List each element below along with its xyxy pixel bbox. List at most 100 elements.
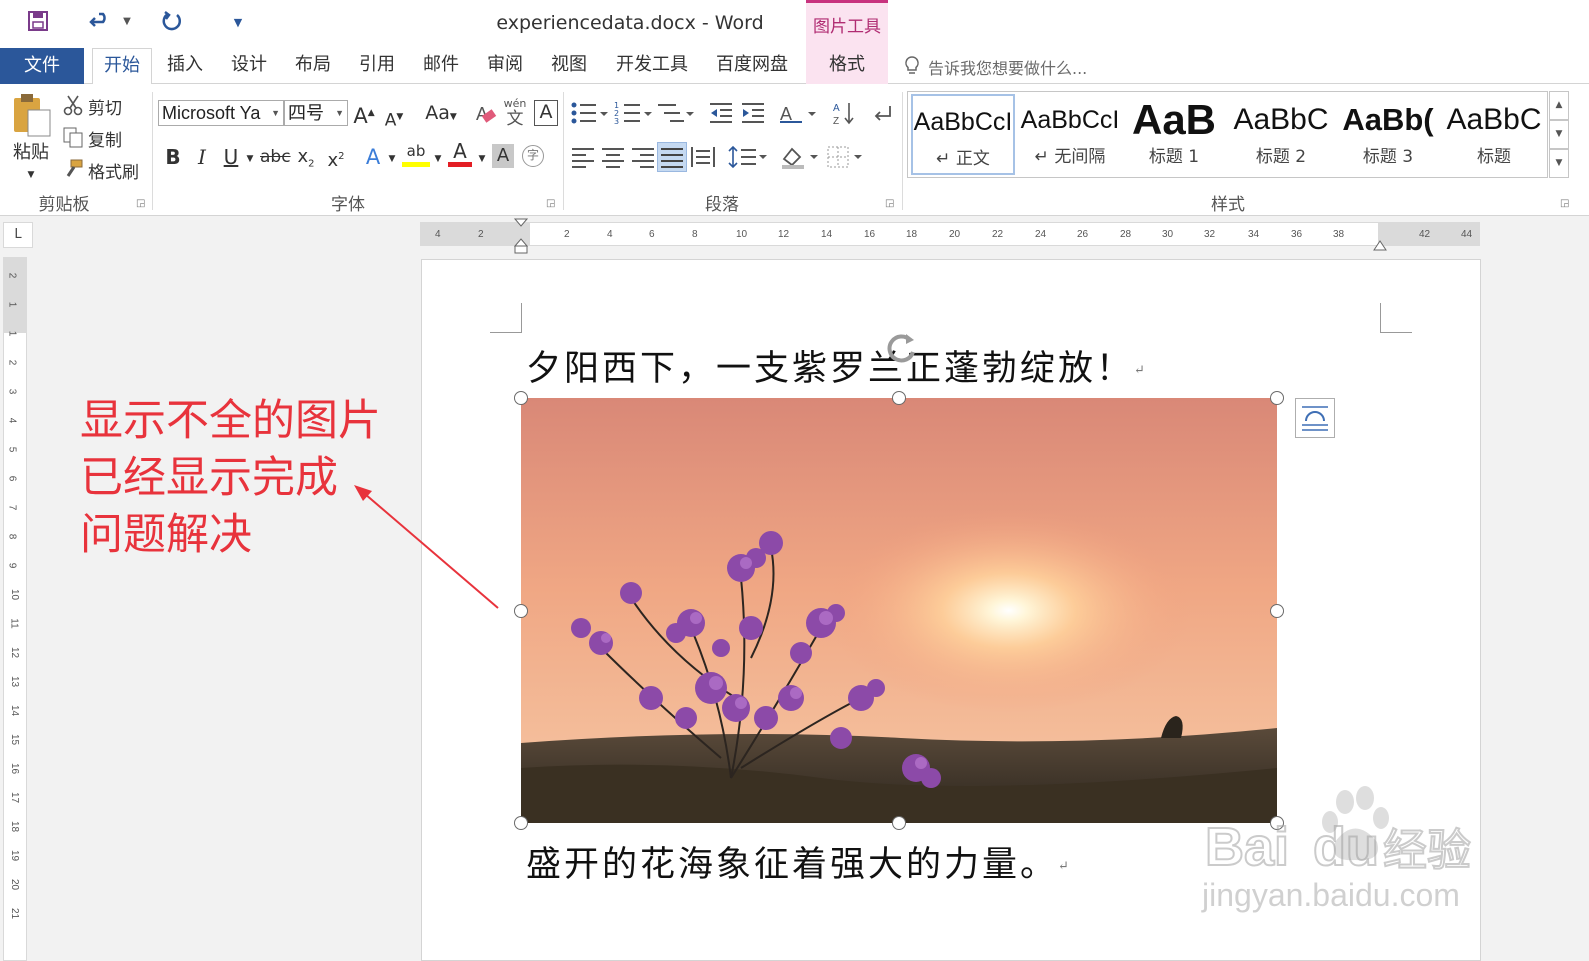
tab-file[interactable]: 文件	[0, 48, 84, 84]
tab-baidu-netdisk[interactable]: 百度网盘	[706, 48, 798, 84]
character-shading-button[interactable]: A	[492, 144, 514, 168]
gallery-scroll-up-icon[interactable]: ▲	[1549, 91, 1569, 120]
font-size-combo[interactable]: 四号 ▼	[284, 100, 348, 126]
align-center-icon[interactable]	[600, 145, 626, 173]
save-icon[interactable]	[24, 10, 52, 37]
styles-dialog-launcher-icon[interactable]: ◲	[1560, 198, 1569, 209]
numbering-icon[interactable]: 123	[614, 100, 654, 130]
font-name-combo[interactable]: Microsoft Ya ▼	[158, 100, 284, 126]
style-no-spacing[interactable]: AaBbCcI ↵ 无间隔	[1018, 94, 1122, 175]
font-color-dropdown-icon[interactable]: ▼	[476, 146, 488, 172]
ruler-tick-label: 18	[906, 229, 918, 240]
customize-qat-icon[interactable]: ▼	[230, 16, 246, 29]
align-left-icon[interactable]	[570, 145, 596, 173]
bold-button[interactable]: B	[162, 144, 184, 170]
tab-view[interactable]: 视图	[540, 48, 598, 84]
text-effects-dropdown-icon[interactable]: ▼	[386, 146, 398, 172]
show-paragraph-marks-icon[interactable]	[870, 100, 894, 130]
ruler-tick-label: 2	[6, 359, 18, 366]
rotate-handle-icon[interactable]	[882, 330, 920, 370]
strikethrough-button[interactable]: abc	[260, 144, 291, 170]
decrease-indent-icon[interactable]	[708, 100, 734, 130]
underline-dropdown-icon[interactable]: ▼	[244, 146, 256, 172]
gallery-more-icon[interactable]: ▼	[1549, 149, 1569, 178]
style-title[interactable]: AaBbC 标题	[1442, 94, 1546, 175]
italic-button[interactable]: I	[192, 144, 212, 170]
tab-developer[interactable]: 开发工具	[606, 48, 698, 84]
redo-icon[interactable]	[158, 10, 186, 37]
tab-design[interactable]: 设计	[220, 48, 278, 84]
ruler-tick-label: 6	[649, 229, 655, 240]
character-border-button[interactable]: A	[534, 100, 558, 126]
tab-mailings[interactable]: 邮件	[412, 48, 470, 84]
gallery-scroll-down-icon[interactable]: ▼	[1549, 120, 1569, 149]
sort-icon[interactable]: AZ	[832, 100, 856, 130]
ruler-tick-label: 30	[1162, 229, 1174, 240]
font-color-button[interactable]: A	[448, 140, 472, 167]
subscript-icon: x	[297, 146, 309, 167]
tab-insert[interactable]: 插入	[156, 48, 214, 84]
multilevel-list-icon[interactable]	[656, 100, 696, 130]
text-effects-button[interactable]: A	[360, 144, 386, 170]
clear-formatting-icon[interactable]: A	[474, 100, 498, 130]
highlight-button[interactable]: ab	[402, 140, 430, 167]
shading-icon[interactable]	[780, 145, 820, 173]
ruler-tick-label: 4	[6, 417, 18, 424]
ruler-tick-label: 44	[1461, 229, 1473, 240]
paragraph-dialog-launcher-icon[interactable]: ◲	[885, 198, 894, 209]
layout-options-button[interactable]	[1295, 398, 1335, 438]
tell-me-input[interactable]: 告诉我您想要做什么...	[928, 55, 1087, 79]
style-normal[interactable]: AaBbCcI ↵ 正文	[911, 94, 1015, 175]
paragraph-2[interactable]: 盛开的花海象征着强大的力量。↵	[526, 836, 1072, 887]
grow-font-button[interactable]: A▲	[352, 100, 376, 129]
style-name-text: 无间隔	[1054, 147, 1106, 167]
resize-handle-left[interactable]	[514, 604, 528, 618]
tab-selector[interactable]: L	[3, 222, 33, 248]
distributed-icon[interactable]	[690, 145, 716, 173]
resize-handle-top-right[interactable]	[1270, 391, 1284, 405]
chinese-layout-icon[interactable]: A	[778, 100, 818, 130]
resize-handle-bottom[interactable]	[892, 816, 906, 830]
format-painter-button[interactable]: 格式刷	[88, 158, 139, 183]
increase-indent-icon[interactable]	[740, 100, 766, 130]
tab-review[interactable]: 审阅	[476, 48, 534, 84]
subscript-button[interactable]: x2	[294, 144, 318, 178]
bullets-icon[interactable]	[570, 100, 610, 130]
shrink-font-button[interactable]: A▼	[382, 104, 406, 134]
resize-handle-right[interactable]	[1270, 604, 1284, 618]
copy-button[interactable]: 复制	[88, 126, 122, 151]
undo-dropdown-icon[interactable]: ▼	[120, 16, 134, 27]
sunset-flower-image[interactable]	[521, 398, 1277, 823]
justify-button[interactable]	[657, 142, 687, 172]
style-heading-1[interactable]: AaB 标题 1	[1122, 94, 1226, 175]
ruler-tick-label: 19	[9, 849, 21, 862]
picture-tools-label: 图片工具	[813, 17, 881, 37]
undo-icon[interactable]	[86, 10, 116, 37]
highlight-dropdown-icon[interactable]: ▼	[432, 146, 444, 172]
enclose-characters-button[interactable]: 字	[522, 145, 544, 167]
clipboard-dialog-launcher-icon[interactable]: ◲	[136, 198, 145, 209]
phonetic-guide-button[interactable]: wén 文	[502, 98, 528, 129]
font-dialog-launcher-icon[interactable]: ◲	[546, 198, 555, 209]
right-indent-marker[interactable]	[1373, 236, 1387, 255]
paragraph-1[interactable]: 夕阳西下，一支紫罗兰正蓬勃绽放！↵	[526, 340, 1148, 391]
cut-button[interactable]: 剪切	[88, 94, 122, 119]
change-case-button[interactable]: Aa▼	[420, 100, 462, 130]
borders-icon[interactable]	[826, 145, 866, 173]
line-spacing-icon[interactable]	[728, 145, 768, 173]
resize-handle-top[interactable]	[892, 391, 906, 405]
underline-button[interactable]: U	[220, 144, 242, 170]
resize-handle-bottom-left[interactable]	[514, 816, 528, 830]
style-heading-3[interactable]: AaBb( 标题 3	[1336, 94, 1440, 175]
style-heading-2[interactable]: AaBbC 标题 2	[1229, 94, 1333, 175]
superscript-button[interactable]: x2	[324, 144, 348, 174]
tab-layout[interactable]: 布局	[284, 48, 342, 84]
align-right-icon[interactable]	[630, 145, 656, 173]
first-line-indent-marker[interactable]	[513, 218, 529, 258]
tab-home[interactable]: 开始	[92, 48, 152, 85]
paste-dropdown-icon[interactable]: ▼	[24, 162, 38, 188]
tab-format[interactable]: 格式	[806, 48, 888, 84]
resize-handle-top-left[interactable]	[514, 391, 528, 405]
paste-icon[interactable]	[10, 92, 54, 138]
tab-references[interactable]: 引用	[348, 48, 406, 84]
